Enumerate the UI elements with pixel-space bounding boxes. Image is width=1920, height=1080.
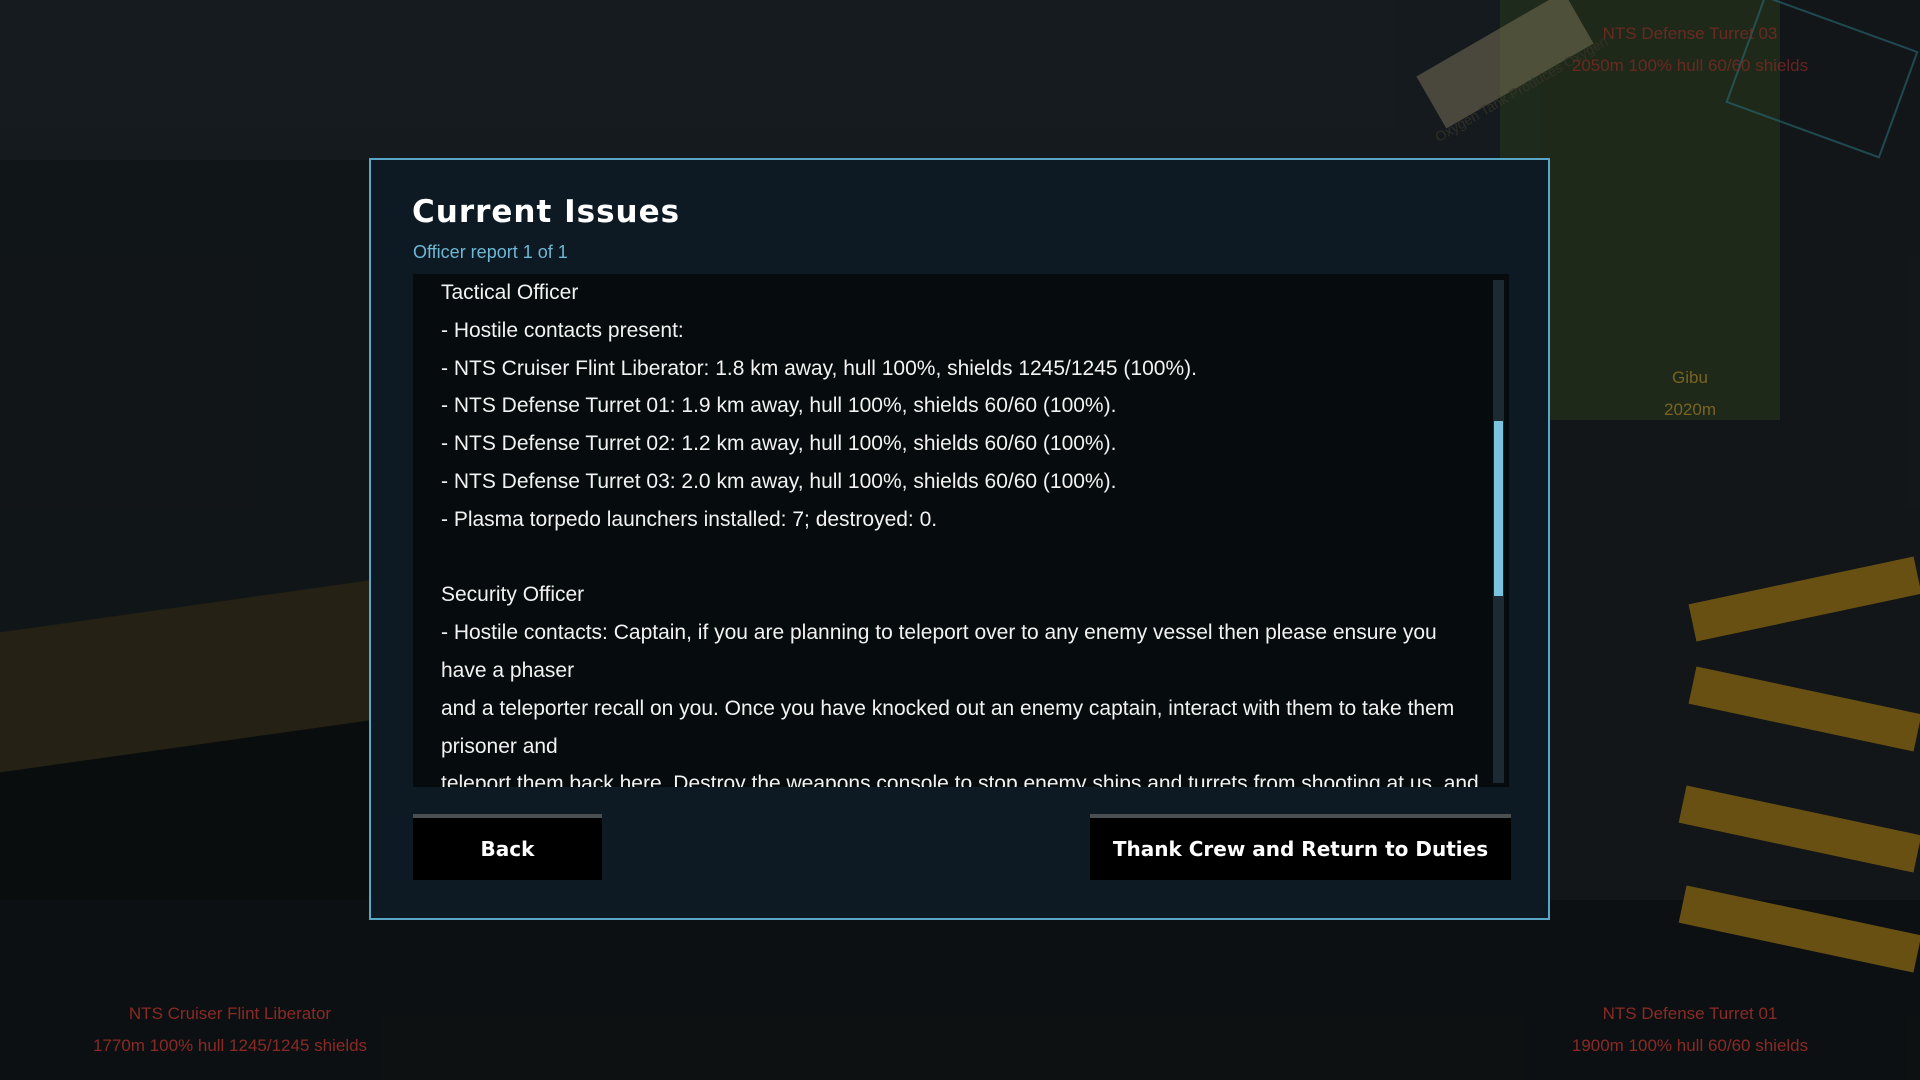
hud-gibu-distance: 2020m (1664, 400, 1716, 419)
thank-crew-button[interactable]: Thank Crew and Return to Duties (1090, 814, 1511, 880)
report-line: - NTS Defense Turret 02: 1.2 km away, hu… (441, 432, 1117, 456)
report-spacer (441, 539, 1481, 577)
hud-turret01-label: NTS Defense Turret 01 1900m 100% hull 60… (1540, 998, 1840, 1062)
hud-cruiser-name: NTS Cruiser Flint Liberator (128, 1004, 332, 1023)
report-line: - Hostile contacts present: (441, 318, 684, 342)
report-line: Tactical Officer (441, 281, 579, 304)
hud-turret01-name: NTS Defense Turret 01 (1602, 1004, 1778, 1023)
dialog-title: Current Issues (412, 194, 681, 230)
current-issues-dialog: Current Issues Officer report 1 of 1 Tac… (369, 158, 1550, 920)
report-line: - Hostile contacts: Captain, if you are … (441, 621, 1437, 682)
hud-cruiser-label: NTS Cruiser Flint Liberator 1770m 100% h… (80, 998, 380, 1062)
report-scrollbar[interactable] (1493, 280, 1504, 783)
officer-report-panel[interactable]: Tactical Officer - Hostile contacts prese… (413, 274, 1509, 787)
report-line: teleport them back here. Destroy the wea… (441, 772, 1479, 787)
report-line: Security Officer (441, 583, 585, 607)
hud-turret01-stats: 1900m 100% hull 60/60 shields (1571, 1036, 1809, 1055)
report-line: and a teleporter recall on you. Once you… (441, 696, 1455, 758)
officer-report-text: Tactical Officer - Hostile contacts prese… (441, 274, 1481, 787)
report-line: - Plasma torpedo launchers installed: 7;… (441, 507, 938, 531)
report-line: - NTS Defense Turret 03: 2.0 km away, hu… (441, 469, 1117, 493)
back-button[interactable]: Back (413, 814, 602, 880)
hud-gibu-name: Gibu (1672, 368, 1708, 387)
report-scrollbar-thumb[interactable] (1494, 421, 1503, 596)
report-line: - NTS Defense Turret 01: 1.9 km away, hu… (441, 394, 1117, 418)
report-line: - NTS Cruiser Flint Liberator: 1.8 km aw… (441, 356, 1197, 380)
dialog-subtitle: Officer report 1 of 1 (413, 242, 568, 262)
hud-cruiser-stats: 1770m 100% hull 1245/1245 shields (92, 1036, 368, 1055)
hud-gibu-label: Gibu 2020m (1630, 362, 1750, 426)
